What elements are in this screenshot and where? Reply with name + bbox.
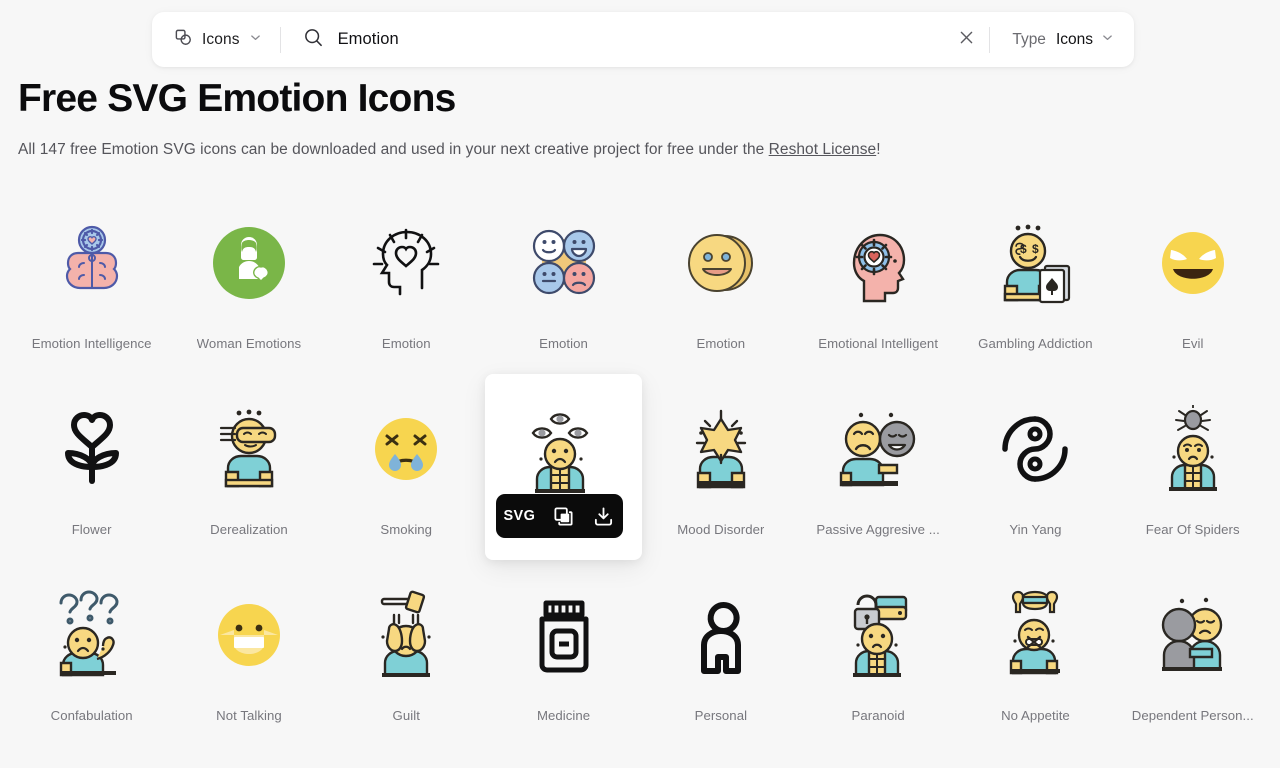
- head-heart-idea-icon: [356, 208, 456, 318]
- no-appetite-icon: [985, 580, 1085, 690]
- type-picker-label: Icons: [202, 30, 240, 48]
- icon-label: Fear Of Spiders: [1145, 522, 1240, 537]
- search-input[interactable]: [337, 12, 930, 67]
- icon-tile[interactable]: Mood Disorder: [642, 374, 799, 560]
- icon-tile[interactable]: Personal: [642, 560, 799, 746]
- svg-format-label: SVG: [503, 508, 536, 524]
- icon-label: Gambling Addiction: [978, 336, 1093, 351]
- dependent-personality-icon: [1143, 580, 1243, 690]
- icon-tile[interactable]: Paranoid: [799, 560, 956, 746]
- woman-emotions-circle-icon: [199, 208, 299, 318]
- flower-heart-icon: [42, 394, 142, 504]
- icon-tile[interactable]: Emotion: [485, 188, 642, 374]
- passive-aggressive-mask-icon: [828, 394, 928, 504]
- clear-search-button[interactable]: [949, 23, 983, 57]
- page-title: Free SVG Emotion Icons: [18, 77, 456, 120]
- icon-label: Smoking: [380, 522, 433, 537]
- icon-tile[interactable]: Fear Of Spiders: [1114, 374, 1271, 560]
- icon-label: Emotional Intelligent: [818, 336, 939, 351]
- chevron-down-icon: [249, 31, 262, 49]
- icon-tile[interactable]: $ $ Gambling Addiction: [957, 188, 1114, 374]
- yin-yang-icon: [985, 394, 1085, 504]
- icon-tile[interactable]: Emotion Intelligence: [13, 188, 170, 374]
- icon-label: Emotion Intelligence: [31, 336, 152, 351]
- icon-tile[interactable]: Medicine: [485, 560, 642, 746]
- smiley-coin-icon: [671, 208, 771, 318]
- chevron-down-icon: [1101, 31, 1114, 49]
- icon-label: Emotion: [696, 336, 746, 351]
- icon-label: Passive Aggresive ...: [816, 522, 940, 537]
- gambling-addiction-icon: $ $: [985, 208, 1085, 318]
- icon-label: Woman Emotions: [196, 336, 302, 351]
- icon-tile[interactable]: Yin Yang: [957, 374, 1114, 560]
- icon-label: Emotion: [539, 336, 588, 351]
- type-filter: Type Icons: [990, 12, 1134, 67]
- icon-tile[interactable]: Emotion: [328, 188, 485, 374]
- icon-label: Personal: [694, 708, 748, 723]
- medicine-bottle-icon: [514, 580, 614, 690]
- evil-smiley-icon: [1143, 208, 1243, 318]
- icon-label: Medicine: [536, 708, 591, 723]
- close-icon: [958, 29, 975, 51]
- type-picker-left[interactable]: Icons: [152, 12, 280, 67]
- icon-label: Derealization: [210, 522, 288, 537]
- page-subtitle-text: All 147 free Emotion SVG icons can be do…: [18, 141, 769, 158]
- search-icon: [303, 27, 324, 53]
- brain-gear-heart-icon: [42, 208, 142, 318]
- icon-label: Mood Disorder: [677, 522, 765, 537]
- icon-hover-toolbar: SVG: [495, 494, 623, 538]
- download-icon[interactable]: [591, 504, 615, 528]
- type-filter-value-text: Icons: [1055, 30, 1093, 48]
- search-bar: Icons Type Icons: [152, 12, 1134, 67]
- icon-tile[interactable]: Not Talking: [170, 560, 327, 746]
- icon-label: Not Talking: [216, 708, 282, 723]
- fear-of-spiders-icon: [1143, 394, 1243, 504]
- paranoid-lock-icon: [828, 580, 928, 690]
- mood-disorder-icon: [671, 394, 771, 504]
- icon-grid: Emotion Intelligence Woman Emotions Emot…: [0, 188, 1280, 746]
- svg-text:$: $: [1032, 242, 1039, 256]
- icon-tile[interactable]: Flower: [13, 374, 170, 560]
- icon-tile[interactable]: Derealization: [170, 374, 327, 560]
- crying-smiley-icon: [356, 394, 456, 504]
- icon-label: Dependent Person...: [1131, 708, 1254, 723]
- derealization-icon: [199, 394, 299, 504]
- icon-tile[interactable]: Guilt: [328, 560, 485, 746]
- type-filter-label: Type: [1012, 30, 1046, 48]
- icon-tile[interactable]: Smoking: [328, 374, 485, 560]
- icon-label: Evil: [1182, 336, 1204, 351]
- icon-label: Flower: [71, 522, 112, 537]
- icon-tile[interactable]: Emotion: [642, 188, 799, 374]
- icon-label: No Appetite: [1001, 708, 1070, 723]
- reshot-license-link[interactable]: Reshot License: [769, 141, 877, 158]
- icon-tile[interactable]: Emotional Intelligent: [799, 188, 956, 374]
- icon-tile[interactable]: Dependent Person...: [1114, 560, 1271, 746]
- icon-label: Confabulation: [50, 708, 133, 723]
- icon-label: Paranoid: [851, 708, 905, 723]
- type-filter-value[interactable]: Icons: [1056, 31, 1114, 49]
- page-subtitle: All 147 free Emotion SVG icons can be do…: [18, 141, 881, 159]
- watched-eyes-person-icon: [514, 394, 614, 504]
- icon-tile[interactable]: Confabulation: [13, 560, 170, 746]
- guilt-gavel-icon: [356, 580, 456, 690]
- icon-tile[interactable]: No Appetite: [957, 560, 1114, 746]
- confabulation-icon: [42, 580, 142, 690]
- shapes-icon: [174, 28, 193, 52]
- person-silhouette-icon: [671, 580, 771, 690]
- copy-icon[interactable]: [551, 504, 575, 528]
- icon-label: Emotion: [381, 336, 431, 351]
- icon-tile[interactable]: Evil: [1114, 188, 1271, 374]
- svg-text:$: $: [1020, 242, 1027, 256]
- icon-label: Yin Yang: [1009, 522, 1062, 537]
- icon-tile-hovered[interactable]: Paranoia SVG: [484, 374, 643, 560]
- icon-tile[interactable]: Passive Aggresive ...: [799, 374, 956, 560]
- icon-label: Guilt: [392, 708, 420, 723]
- icon-tile[interactable]: Woman Emotions: [170, 188, 327, 374]
- mask-smiley-icon: [199, 580, 299, 690]
- page-subtitle-suffix: !: [876, 141, 881, 158]
- four-faces-icon: [514, 208, 614, 318]
- search-area: [281, 12, 950, 67]
- head-gear-heart-icon: [828, 208, 928, 318]
